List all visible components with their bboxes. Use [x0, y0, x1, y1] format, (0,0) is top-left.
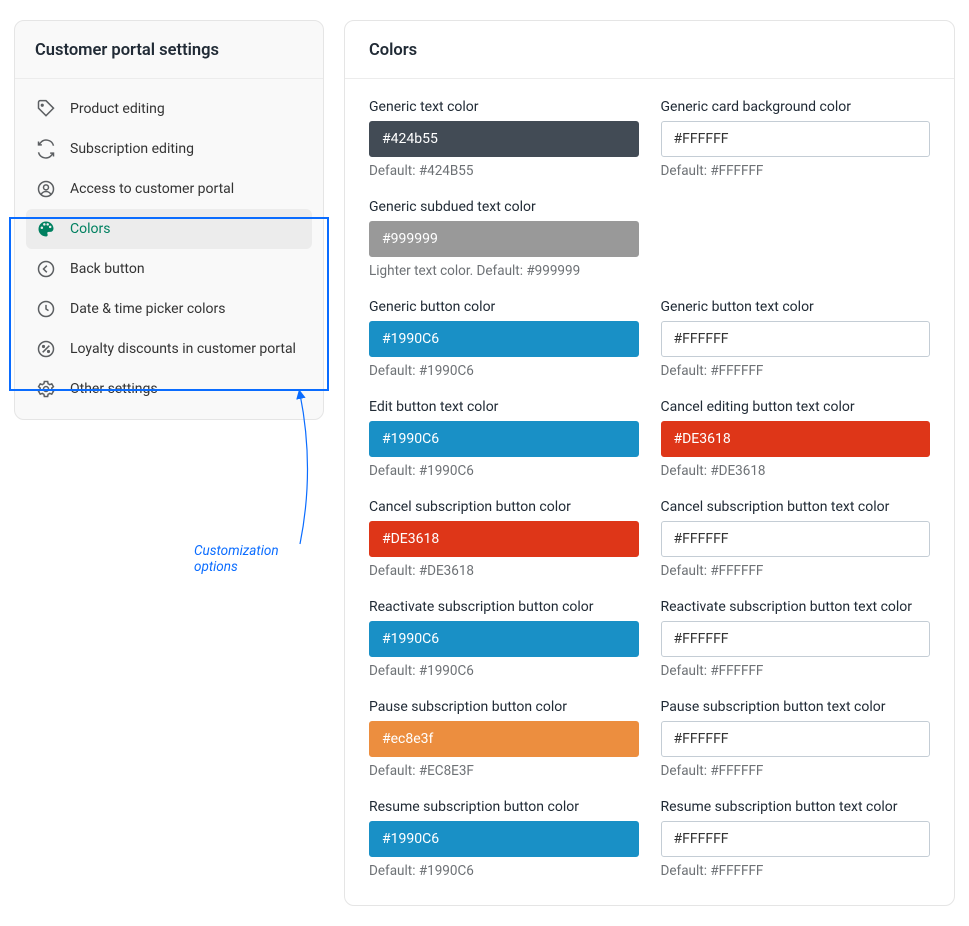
- field-helper: Default: #1990C6: [369, 363, 639, 379]
- sidebar-item-label: Product editing: [70, 101, 165, 117]
- sidebar-item-label: Other settings: [70, 381, 158, 397]
- field-label: Generic subdued text color: [369, 199, 639, 215]
- field-reactivate-sub-text: Reactivate subscription button text colo…: [661, 599, 931, 679]
- clock-icon: [36, 299, 56, 319]
- color-input[interactable]: #FFFFFF: [661, 621, 931, 657]
- field-helper: Default: #424B55: [369, 163, 639, 179]
- color-input[interactable]: #424b55: [369, 121, 639, 157]
- field-label: Generic button color: [369, 299, 639, 315]
- field-pause-sub: Pause subscription button color #ec8e3f …: [369, 699, 639, 779]
- sidebar-item-label: Colors: [70, 221, 110, 237]
- color-input[interactable]: #1990C6: [369, 421, 639, 457]
- field-helper: Default: #FFFFFF: [661, 163, 931, 179]
- annotation-label: Customization options: [194, 543, 323, 575]
- color-input[interactable]: #1990C6: [369, 821, 639, 857]
- panel-title: Colors: [345, 21, 954, 79]
- field-generic-subdued: Generic subdued text color #999999 Light…: [369, 199, 639, 279]
- field-cancel-sub-text: Cancel subscription button text color #F…: [661, 499, 931, 579]
- sync-icon: [36, 139, 56, 159]
- field-label: Generic text color: [369, 99, 639, 115]
- color-input[interactable]: #FFFFFF: [661, 521, 931, 557]
- user-circle-icon: [36, 179, 56, 199]
- sidebar-item-date-time[interactable]: Date & time picker colors: [26, 289, 312, 329]
- field-generic-card-bg: Generic card background color #FFFFFF De…: [661, 99, 931, 179]
- color-input[interactable]: #FFFFFF: [661, 821, 931, 857]
- field-edit-button-text: Edit button text color #1990C6 Default: …: [369, 399, 639, 479]
- color-input[interactable]: #1990C6: [369, 321, 639, 357]
- sidebar-menu: Product editing Subscription editing Acc…: [15, 79, 323, 419]
- tag-icon: [36, 99, 56, 119]
- field-label: Edit button text color: [369, 399, 639, 415]
- palette-icon: [36, 219, 56, 239]
- field-helper: Default: #1990C6: [369, 463, 639, 479]
- field-cancel-sub: Cancel subscription button color #DE3618…: [369, 499, 639, 579]
- colors-panel: Colors Generic text color #424b55 Defaul…: [344, 20, 955, 906]
- field-label: Resume subscription button color: [369, 799, 639, 815]
- color-input[interactable]: #FFFFFF: [661, 321, 931, 357]
- gear-icon: [36, 379, 56, 399]
- color-input[interactable]: #ec8e3f: [369, 721, 639, 757]
- field-helper: Default: #FFFFFF: [661, 763, 931, 779]
- panel-body: Generic text color #424b55 Default: #424…: [345, 79, 954, 905]
- color-input[interactable]: #FFFFFF: [661, 721, 931, 757]
- field-resume-sub: Resume subscription button color #1990C6…: [369, 799, 639, 879]
- field-label: Pause subscription button text color: [661, 699, 931, 715]
- field-helper: Default: #1990C6: [369, 863, 639, 879]
- field-label: Reactivate subscription button color: [369, 599, 639, 615]
- field-helper: Default: #FFFFFF: [661, 663, 931, 679]
- color-input[interactable]: #1990C6: [369, 621, 639, 657]
- sidebar-item-access-portal[interactable]: Access to customer portal: [26, 169, 312, 209]
- field-label: Generic button text color: [661, 299, 931, 315]
- color-input[interactable]: #DE3618: [369, 521, 639, 557]
- sidebar-item-colors[interactable]: Colors: [26, 209, 312, 249]
- field-cancel-editing-text: Cancel editing button text color #DE3618…: [661, 399, 931, 479]
- sidebar-item-product-editing[interactable]: Product editing: [26, 89, 312, 129]
- field-reactivate-sub: Reactivate subscription button color #19…: [369, 599, 639, 679]
- field-helper: Default: #FFFFFF: [661, 563, 931, 579]
- sidebar-item-label: Back button: [70, 261, 145, 277]
- sidebar-title: Customer portal settings: [15, 21, 323, 79]
- field-helper: Default: #1990C6: [369, 663, 639, 679]
- field-helper: Default: #DE3618: [369, 563, 639, 579]
- field-label: Pause subscription button color: [369, 699, 639, 715]
- field-pause-sub-text: Pause subscription button text color #FF…: [661, 699, 931, 779]
- sidebar-item-other[interactable]: Other settings: [26, 369, 312, 409]
- sidebar-item-subscription-editing[interactable]: Subscription editing: [26, 129, 312, 169]
- color-input[interactable]: #FFFFFF: [661, 121, 931, 157]
- color-input[interactable]: #DE3618: [661, 421, 931, 457]
- field-generic-button-text: Generic button text color #FFFFFF Defaul…: [661, 299, 931, 379]
- sidebar: Customer portal settings Product editing…: [14, 20, 324, 420]
- field-label: Resume subscription button text color: [661, 799, 931, 815]
- sidebar-item-label: Loyalty discounts in customer portal: [70, 341, 296, 357]
- field-label: Reactivate subscription button text colo…: [661, 599, 931, 615]
- field-helper: Lighter text color. Default: #999999: [369, 263, 639, 279]
- sidebar-item-loyalty[interactable]: Loyalty discounts in customer portal: [26, 329, 312, 369]
- field-label: Cancel editing button text color: [661, 399, 931, 415]
- color-input[interactable]: #999999: [369, 221, 639, 257]
- field-label: Generic card background color: [661, 99, 931, 115]
- field-label: Cancel subscription button color: [369, 499, 639, 515]
- field-helper: Default: #EC8E3F: [369, 763, 639, 779]
- field-generic-text: Generic text color #424b55 Default: #424…: [369, 99, 639, 179]
- field-label: Cancel subscription button text color: [661, 499, 931, 515]
- sidebar-item-label: Date & time picker colors: [70, 301, 225, 317]
- field-helper: Default: #FFFFFF: [661, 863, 931, 879]
- sidebar-item-label: Access to customer portal: [70, 181, 234, 197]
- percent-icon: [36, 339, 56, 359]
- field-helper: Default: #FFFFFF: [661, 363, 931, 379]
- back-arrow-icon: [36, 259, 56, 279]
- sidebar-item-back-button[interactable]: Back button: [26, 249, 312, 289]
- field-generic-button: Generic button color #1990C6 Default: #1…: [369, 299, 639, 379]
- field-helper: Default: #DE3618: [661, 463, 931, 479]
- field-resume-sub-text: Resume subscription button text color #F…: [661, 799, 931, 879]
- sidebar-item-label: Subscription editing: [70, 141, 194, 157]
